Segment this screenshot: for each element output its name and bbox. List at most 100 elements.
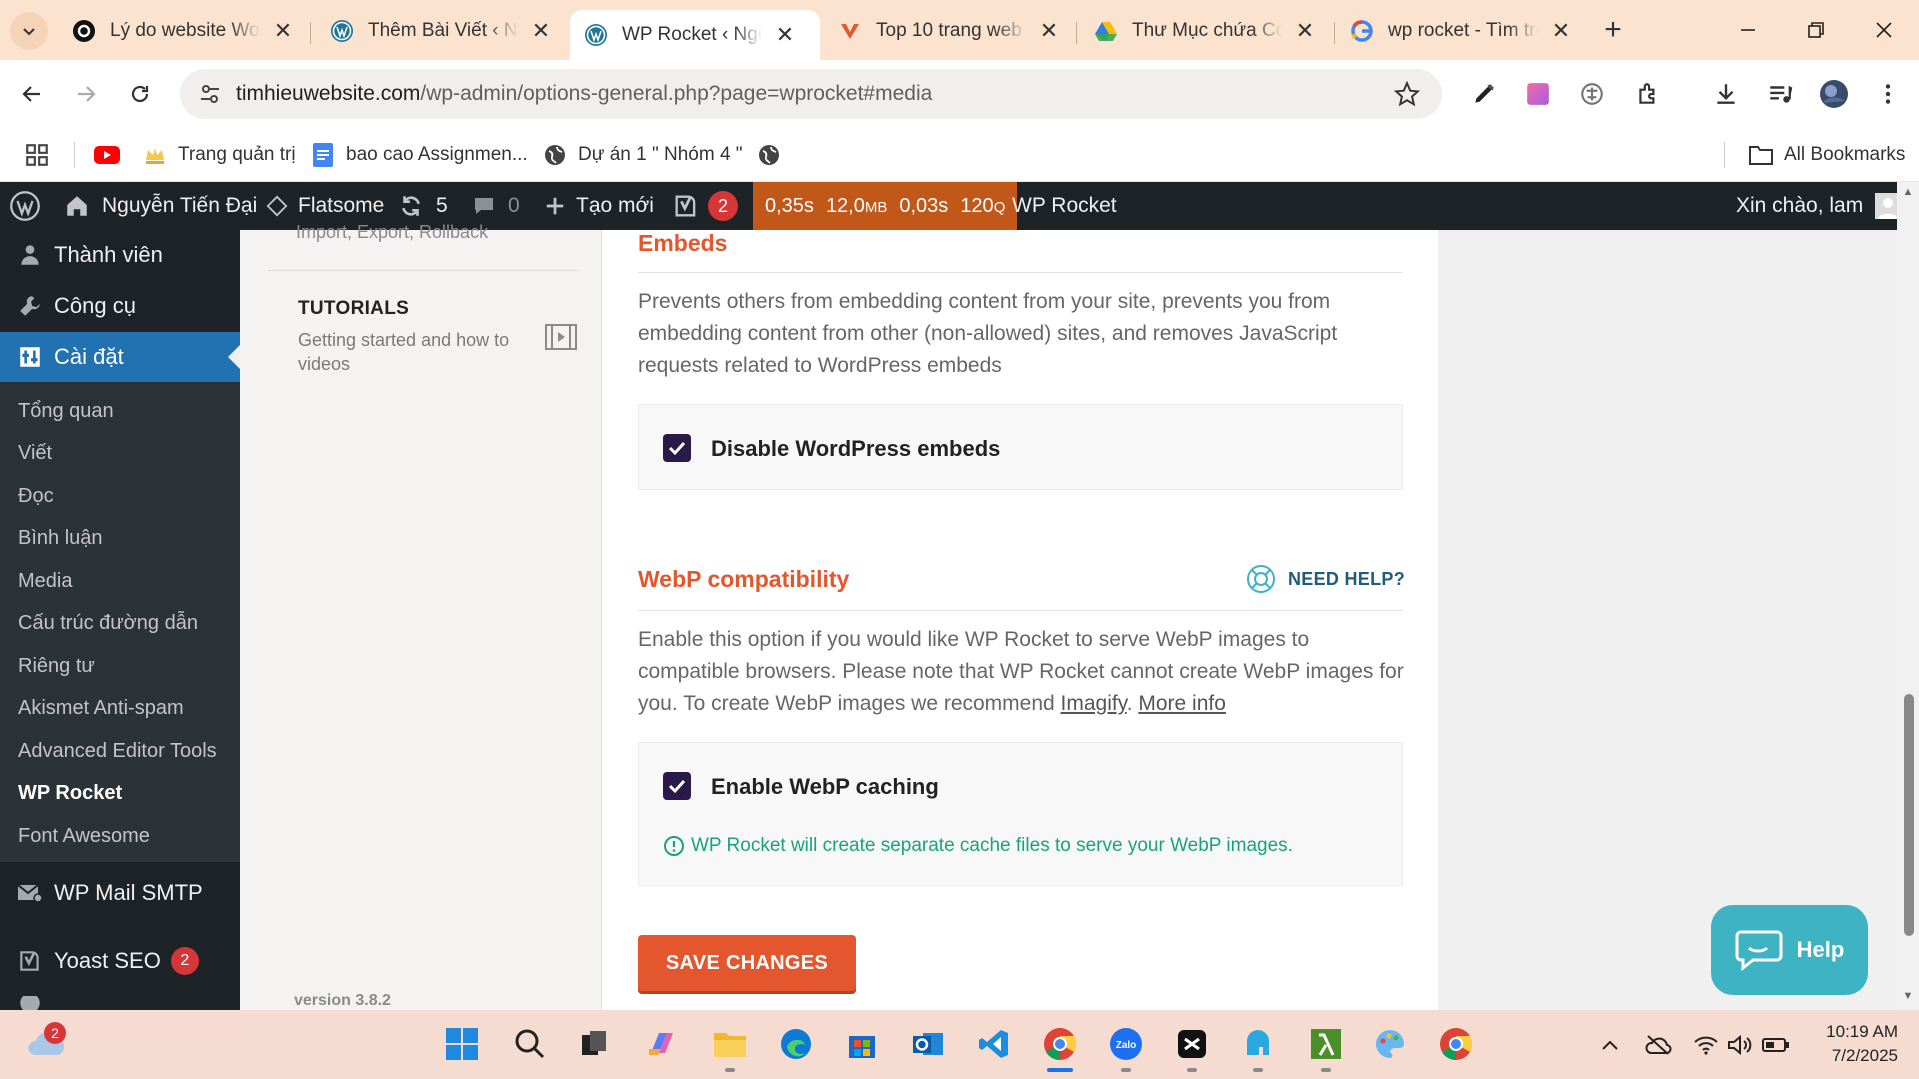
copilot-icon[interactable] [642,1024,682,1064]
task-view-icon[interactable] [574,1024,614,1064]
scroll-down-arrow[interactable]: ▼ [1902,990,1914,1002]
apps-grid-icon[interactable] [24,140,50,170]
battery-icon[interactable] [1762,1032,1790,1058]
chevron-up-icon[interactable] [1596,1032,1624,1058]
new-content-link[interactable]: Tạo mới [544,182,654,230]
submenu-writing[interactable]: Viết [0,433,240,476]
imagify-link[interactable]: Imagify [1061,692,1127,715]
paint-icon[interactable] [1370,1024,1410,1064]
all-bookmarks-button[interactable]: All Bookmarks [1748,140,1905,170]
media-control-icon[interactable] [1764,78,1796,110]
windows-start-icon[interactable] [442,1024,482,1064]
submenu-general[interactable]: Tổng quan [0,390,240,433]
extension-translate-icon[interactable] [1576,78,1608,110]
bookmark-youtube[interactable] [94,140,130,170]
restore-button[interactable] [1796,14,1836,46]
file-explorer-icon[interactable] [710,1024,750,1064]
nav-item-tools-desc[interactable]: Import, Export, Rollback [296,222,488,243]
browser-tab[interactable]: wp rocket - Tìm trê ✕ [1336,10,1586,52]
minimize-button[interactable] [1728,14,1768,46]
bookmark-bao-cao[interactable]: bao cao Assignmen... [310,140,528,170]
disable-embeds-label[interactable]: Disable WordPress embeds [711,436,1000,462]
query-monitor-panel[interactable]: 0,35s 12,0MB 0,03s 120Q [753,182,1018,230]
edge-icon[interactable] [776,1024,816,1064]
scroll-up-arrow[interactable]: ▲ [1902,186,1914,198]
extension-gradient-icon[interactable] [1522,78,1554,110]
scrollbar-thumb[interactable] [1904,694,1914,936]
menu-settings[interactable]: Cài đặt [0,332,240,382]
chrome-profile-icon[interactable] [1436,1024,1476,1064]
profile-avatar[interactable] [1818,78,1850,110]
menu-users[interactable]: Thành viên [0,230,240,280]
browser-tab[interactable]: Thư Mục chứa Coc ✕ [1080,10,1330,52]
close-icon[interactable]: ✕ [272,18,294,44]
submenu-reading[interactable]: Đọc [0,475,240,518]
zalo-icon[interactable]: Zalo [1106,1024,1146,1064]
tab-search-button[interactable] [10,12,48,50]
close-icon[interactable]: ✕ [530,18,552,44]
site-name-link[interactable]: Nguyễn Tiến Đại [64,182,257,230]
menu-partial-item[interactable] [0,996,240,1010]
microsoft-store-icon[interactable] [842,1024,882,1064]
extensions-puzzle-icon[interactable] [1632,78,1664,110]
save-changes-button[interactable]: SAVE CHANGES [638,935,856,991]
search-icon[interactable] [510,1024,550,1064]
close-icon[interactable]: ✕ [1038,18,1060,44]
help-widget-button[interactable]: Help [1711,905,1868,995]
submenu-font-awesome[interactable]: Font Awesome [0,815,240,858]
close-icon[interactable]: ✕ [774,22,796,48]
my-account-link[interactable]: Xin chào, lam [1736,182,1902,230]
elephant-app-icon[interactable] [1238,1024,1278,1064]
close-icon[interactable]: ✕ [1294,18,1316,44]
disable-embeds-checkbox[interactable] [663,434,691,462]
wp-logo-button[interactable] [10,182,40,230]
close-window-button[interactable] [1864,14,1904,46]
more-info-link[interactable]: More info [1138,692,1226,715]
download-icon[interactable] [1710,78,1742,110]
wifi-icon[interactable] [1692,1032,1720,1058]
star-icon[interactable] [1394,81,1420,107]
page-scrollbar[interactable]: ▲ ▼ [1897,182,1919,1010]
submenu-advanced-editor[interactable]: Advanced Editor Tools [0,730,240,773]
submenu-akismet[interactable]: Akismet Anti-spam [0,688,240,731]
clock-time: 10:19 AM [1826,1022,1898,1041]
forward-button[interactable] [68,76,104,112]
outlook-icon[interactable] [908,1024,948,1064]
submenu-permalinks[interactable]: Cấu trúc đường dẫn [0,603,240,646]
enable-webp-label[interactable]: Enable WebP caching [711,774,939,800]
submenu-discussion[interactable]: Bình luận [0,518,240,561]
need-help-link[interactable]: NEED HELP? [1246,564,1405,594]
chevron-down-icon [23,28,35,36]
wp-rocket-adminbar-link[interactable]: WP Rocket [1012,182,1117,230]
browser-tab[interactable]: Top 10 trang web ✕ [824,10,1074,52]
browser-tab-active[interactable]: WP Rocket ‹ Nguy ✕ [570,10,820,60]
cloud-off-icon[interactable] [1644,1032,1672,1058]
menu-kebab-icon[interactable] [1872,78,1904,110]
submenu-wp-rocket[interactable]: WP Rocket [0,773,240,816]
yoast-adminbar-link[interactable]: 2 [672,182,738,230]
back-button[interactable] [14,76,50,112]
extension-pen-icon[interactable] [1468,78,1500,110]
bookmark-du-an[interactable]: Dự án 1 " Nhóm 4 " [542,140,743,170]
browser-tab[interactable]: Thêm Bài Viết ‹ Ng ✕ [316,10,566,52]
chrome-icon[interactable] [1040,1024,1080,1064]
bookmark-trang-quan-tri[interactable]: Trang quản trị [142,140,296,170]
volume-icon[interactable] [1726,1032,1754,1058]
menu-wp-mail-smtp[interactable]: WP Mail SMTP [0,868,240,918]
address-bar[interactable]: timhieuwebsite.com/wp-admin/options-gene… [180,69,1442,119]
lambda-app-icon[interactable] [1306,1024,1346,1064]
vscode-icon[interactable] [974,1024,1014,1064]
capcut-icon[interactable] [1172,1024,1212,1064]
new-tab-button[interactable]: + [1598,14,1628,46]
menu-tools[interactable]: Công cụ [0,281,240,331]
site-info-icon[interactable] [198,82,222,106]
reload-button[interactable] [122,76,158,112]
close-icon[interactable]: ✕ [1550,18,1572,44]
browser-tab[interactable]: Lý do website Wor ✕ [58,10,308,52]
bookmark-globe[interactable] [756,140,792,170]
enable-webp-checkbox[interactable] [663,772,691,800]
system-clock[interactable]: 10:19 AM 7/2/2025 [1808,1020,1898,1068]
submenu-privacy[interactable]: Riêng tư [0,645,240,688]
menu-yoast-seo[interactable]: Yoast SEO 2 [0,936,240,986]
submenu-media[interactable]: Media [0,560,240,603]
